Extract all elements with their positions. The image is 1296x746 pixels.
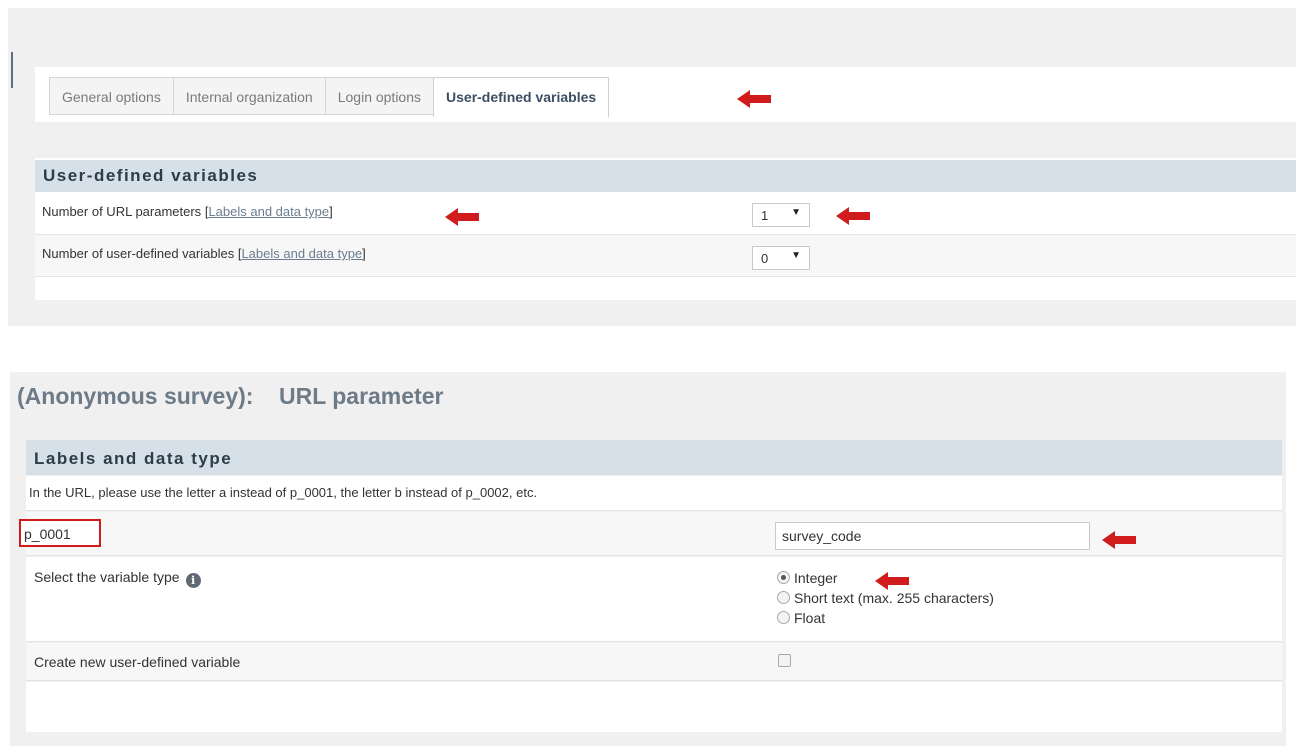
- url-letter-instructions: In the URL, please use the letter a inst…: [29, 485, 538, 500]
- radio-option-short-text[interactable]: Short text (max. 255 characters): [777, 588, 994, 608]
- red-arrow-icon: [1102, 531, 1136, 549]
- user-defined-variables-count-select[interactable]: 0 ▼: [752, 246, 810, 270]
- user-defined-variables-count-value: 0: [761, 251, 769, 266]
- create-variable-row: Create new user-defined variable: [26, 643, 1282, 681]
- url-parameters-labels-link[interactable]: Labels and data type: [208, 204, 329, 219]
- url-parameters-count-select[interactable]: 1 ▼: [752, 203, 810, 227]
- url-parameters-text: Number of URL parameters: [42, 204, 205, 219]
- bracket-close: ]: [329, 204, 333, 219]
- radio-button-checked[interactable]: [777, 571, 790, 584]
- red-arrow-icon: [836, 207, 870, 225]
- user-defined-variables-labels-link[interactable]: Labels and data type: [241, 246, 362, 261]
- section-header-labels-and-data-type: Labels and data type: [26, 440, 1282, 475]
- radio-label-short-text: Short text (max. 255 characters): [794, 590, 994, 606]
- tab-general-options[interactable]: General options: [49, 77, 173, 115]
- url-parameters-label: Number of URL parameters [Labels and dat…: [42, 204, 333, 219]
- tab-user-defined-variables[interactable]: User-defined variables: [433, 77, 610, 117]
- parameter-row: p_0001 survey_code: [19, 512, 1282, 556]
- radio-button[interactable]: [777, 611, 790, 624]
- tab-bar: General options Internal organization Lo…: [49, 77, 610, 117]
- variable-type-row: Select the variable type i Integer Short …: [26, 557, 1282, 642]
- variable-type-label: Select the variable type i: [34, 569, 201, 588]
- url-parameters-row: Number of URL parameters [Labels and dat…: [35, 193, 1296, 235]
- create-variable-label: Create new user-defined variable: [34, 654, 241, 670]
- section-header-user-defined-variables: User-defined variables: [35, 160, 1296, 192]
- red-arrow-icon: [875, 572, 909, 590]
- radio-label-float: Float: [794, 610, 826, 626]
- chevron-down-icon: ▼: [791, 250, 801, 261]
- url-parameters-count-value: 1: [761, 208, 769, 223]
- info-row: In the URL, please use the letter a inst…: [26, 476, 1282, 511]
- create-variable-checkbox[interactable]: [778, 654, 791, 667]
- tab-login-options[interactable]: Login options: [324, 77, 434, 115]
- parameter-name-label: p_0001: [19, 519, 101, 547]
- info-icon[interactable]: i: [185, 573, 201, 588]
- user-defined-variables-label: Number of user-defined variables [Labels…: [42, 246, 366, 261]
- parameter-label-input[interactable]: survey_code: [775, 522, 1090, 550]
- chevron-down-icon: ▼: [791, 207, 801, 218]
- left-edge-marker: [11, 52, 13, 88]
- variable-type-text: Select the variable type: [34, 569, 180, 585]
- user-defined-variables-text: Number of user-defined variables: [42, 246, 238, 261]
- red-arrow-icon: [737, 90, 771, 108]
- user-defined-variables-row: Number of user-defined variables [Labels…: [35, 235, 1296, 277]
- radio-button[interactable]: [777, 591, 790, 604]
- tab-internal-organization[interactable]: Internal organization: [172, 77, 325, 115]
- page-title: (Anonymous survey): URL parameter: [17, 383, 444, 409]
- bracket-close: ]: [362, 246, 366, 261]
- red-arrow-icon: [445, 208, 479, 226]
- radio-label-integer: Integer: [794, 570, 838, 586]
- empty-row: [26, 682, 1282, 732]
- radio-option-float[interactable]: Float: [777, 608, 994, 628]
